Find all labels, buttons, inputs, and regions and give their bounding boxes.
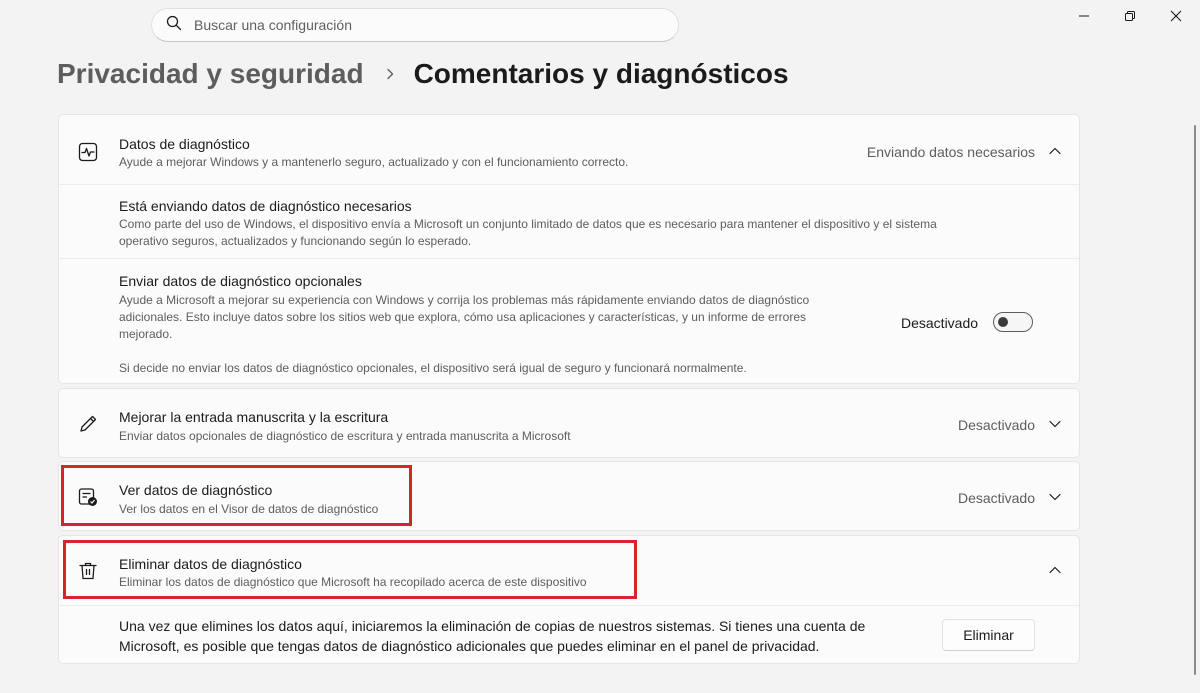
delete-data-body-line2: Microsoft, es posible que tengas datos d…	[119, 638, 820, 654]
chevron-down-icon[interactable]	[1048, 417, 1062, 431]
required-data-row: Está enviando datos de diagnóstico neces…	[59, 184, 1079, 258]
pen-icon	[77, 413, 99, 435]
required-data-title: Está enviando datos de diagnóstico neces…	[119, 198, 412, 214]
highlight-box-view-data	[61, 465, 412, 526]
search-box[interactable]	[151, 8, 679, 42]
diagnostic-data-description: Ayude a mejorar Windows y a mantenerlo s…	[119, 155, 629, 169]
search-icon	[166, 15, 182, 36]
optional-toggle-label: Desactivado	[901, 315, 979, 331]
diagnostic-data-value: Enviando datos necesarios	[866, 144, 1035, 160]
breadcrumb-parent-link[interactable]: Privacidad y seguridad	[57, 58, 364, 90]
delete-button[interactable]: Eliminar	[942, 619, 1035, 651]
optional-data-title: Enviar datos de diagnóstico opcionales	[119, 273, 362, 289]
delete-data-body: Una vez que elimines los datos aquí, ini…	[59, 605, 1079, 664]
close-button[interactable]	[1153, 0, 1199, 32]
delete-data-body-line1: Una vez que elimines los datos aquí, ini…	[119, 618, 866, 634]
diagnostic-data-title: Datos de diagnóstico	[119, 136, 250, 152]
chevron-down-icon[interactable]	[1048, 490, 1062, 504]
chevron-up-icon[interactable]	[1048, 563, 1062, 577]
minimize-icon	[1079, 15, 1089, 17]
restore-button[interactable]	[1107, 0, 1153, 32]
inking-typing-card[interactable]: Mejorar la entrada manuscrita y la escri…	[58, 388, 1080, 458]
search-input[interactable]	[194, 17, 634, 33]
highlight-box-delete-data	[63, 540, 637, 599]
required-data-description-line2: operativo seguros, actualizados y funcio…	[119, 234, 472, 248]
optional-data-row: Enviar datos de diagnóstico opcionales A…	[59, 258, 1079, 383]
inking-title: Mejorar la entrada manuscrita y la escri…	[119, 409, 389, 425]
required-data-description-line1: Como parte del uso de Windows, el dispos…	[119, 217, 937, 231]
breadcrumb: Privacidad y seguridad Comentarios y dia…	[57, 58, 789, 90]
restore-icon	[1125, 11, 1135, 21]
activity-monitor-icon	[77, 141, 99, 163]
view-data-value: Desactivado	[957, 490, 1035, 506]
optional-data-description-line3: mejorado.	[119, 327, 173, 341]
inking-description: Enviar datos opcionales de diagnóstico d…	[119, 429, 571, 443]
minimize-button[interactable]	[1061, 0, 1107, 32]
optional-data-description-line2: adicionales. Esto incluye datos sobre lo…	[119, 310, 807, 324]
diagnostic-data-header[interactable]: Datos de diagnóstico Ayude a mejorar Win…	[59, 115, 1079, 184]
close-icon	[1170, 10, 1182, 22]
toggle-knob	[998, 317, 1008, 327]
chevron-right-icon	[384, 68, 396, 80]
optional-data-note: Si decide no enviar los datos de diagnós…	[119, 361, 747, 375]
optional-data-description-line1: Ayude a Microsoft a mejorar su experienc…	[119, 293, 810, 307]
chevron-up-icon[interactable]	[1048, 144, 1062, 158]
inking-value: Desactivado	[957, 417, 1035, 433]
diagnostic-data-card: Datos de diagnóstico Ayude a mejorar Win…	[58, 114, 1080, 384]
optional-data-toggle[interactable]	[993, 312, 1033, 332]
page-title: Comentarios y diagnósticos	[413, 58, 789, 89]
scrollbar[interactable]	[1194, 125, 1196, 675]
